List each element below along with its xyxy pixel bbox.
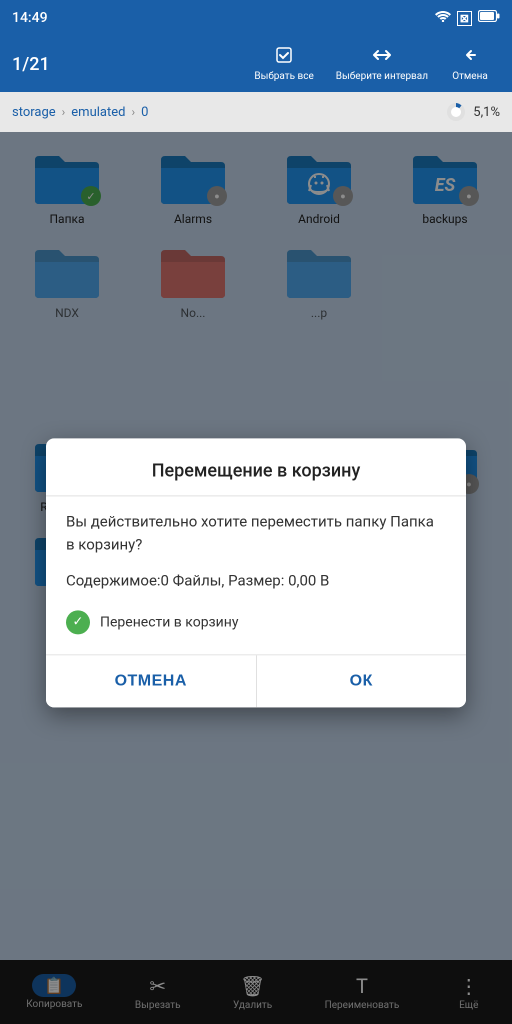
dialog-title: Перемещение в корзину xyxy=(46,438,466,495)
breadcrumb-storage[interactable]: storage xyxy=(12,105,56,120)
interval-icon xyxy=(372,46,392,69)
dialog-checkbox-row[interactable]: ✓ Перенести в корзину xyxy=(66,610,446,634)
checkbox-icon: ✓ xyxy=(66,610,90,634)
status-icons: ⊠ xyxy=(435,10,500,26)
dialog-body: Вы действительно хотите переместить папк… xyxy=(46,510,466,654)
storage-percent: 5,1% xyxy=(473,105,500,120)
main-content: 1/21 Выбрать все Выберите интервал xyxy=(0,36,512,1024)
cancel-toolbar-button[interactable]: Отмена xyxy=(440,42,500,87)
cancel-toolbar-label: Отмена xyxy=(452,71,488,83)
toolbar-actions: Выбрать все Выберите интервал Отмена xyxy=(244,42,500,87)
checkbox-check: ✓ xyxy=(73,614,84,629)
dialog-info: Содержимое:0 Файлы, Размер: 0,00 В xyxy=(66,569,446,592)
time: 14:49 xyxy=(12,10,48,26)
breadcrumb: storage › emulated › 0 5,1% xyxy=(0,92,512,132)
check-icon xyxy=(275,46,293,69)
breadcrumb-sep-1: › xyxy=(62,105,66,119)
select-all-button[interactable]: Выбрать все xyxy=(244,42,323,87)
select-interval-button[interactable]: Выберите интервал xyxy=(326,42,438,87)
status-bar: 14:49 ⊠ xyxy=(0,0,512,36)
storage-info: 5,1% xyxy=(445,101,500,123)
battery-icon xyxy=(478,10,500,26)
breadcrumb-sep-2: › xyxy=(131,105,135,119)
dialog-cancel-button[interactable]: Отмена xyxy=(46,655,257,707)
storage-pie-chart xyxy=(445,101,467,123)
wifi-icon xyxy=(435,10,451,26)
select-all-label: Выбрать все xyxy=(254,71,313,83)
cancel-icon xyxy=(461,46,479,69)
sim-icon: ⊠ xyxy=(457,11,472,26)
checkbox-label: Перенести в корзину xyxy=(100,614,238,630)
breadcrumb-0[interactable]: 0 xyxy=(141,105,148,120)
top-toolbar: 1/21 Выбрать все Выберите интервал xyxy=(0,36,512,92)
dialog-divider xyxy=(46,495,466,496)
dialog-ok-button[interactable]: ОК xyxy=(257,655,467,707)
dialog-actions: Отмена ОК xyxy=(46,654,466,707)
select-interval-label: Выберите интервал xyxy=(336,71,428,83)
file-counter: 1/21 xyxy=(12,54,244,75)
dialog-question: Вы действительно хотите переместить папк… xyxy=(66,510,446,555)
trash-dialog: Перемещение в корзину Вы действительно х… xyxy=(46,438,466,707)
breadcrumb-emulated[interactable]: emulated xyxy=(71,105,125,120)
